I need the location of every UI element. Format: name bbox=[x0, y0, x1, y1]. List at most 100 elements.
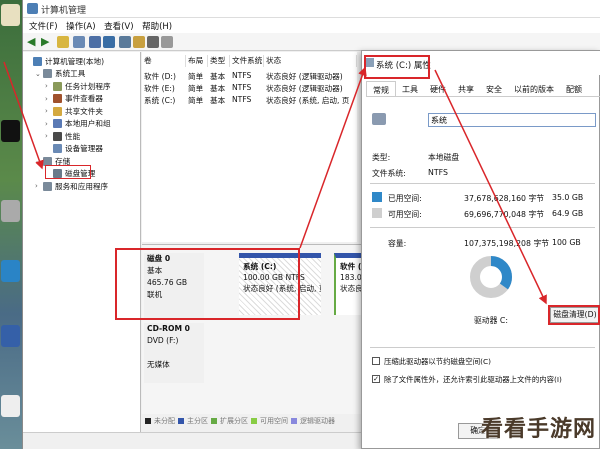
used-space-label: 已用空间: bbox=[388, 194, 422, 203]
expand-arrow-icon[interactable]: › bbox=[45, 82, 53, 90]
menu-action[interactable]: 操作(A) bbox=[66, 20, 95, 32]
cdrom-0-label[interactable]: CD-ROM 0 DVD (F:) 无媒体 bbox=[144, 323, 204, 383]
legend-label: 扩展分区 bbox=[220, 417, 248, 425]
free-space-label: 可用空间: bbox=[388, 210, 422, 219]
dialog-tabs: 常规 工具 硬件 共享 安全 以前的版本 配额 bbox=[366, 81, 600, 97]
tree-item[interactable]: › 性能 bbox=[45, 130, 80, 142]
tree-item-label: 计算机管理(本地) bbox=[45, 56, 105, 66]
window-title: 计算机管理 bbox=[41, 6, 87, 16]
tree-item-label: 性能 bbox=[65, 131, 81, 141]
tree-item[interactable]: 设备管理器 bbox=[45, 143, 103, 155]
tree-item[interactable]: 计算机管理(本地) bbox=[25, 55, 104, 67]
tree-item[interactable]: › 服务和应用程序 bbox=[35, 180, 108, 192]
tree-node-icon bbox=[53, 81, 62, 91]
tree-node-icon bbox=[53, 106, 62, 116]
index-checkbox[interactable]: ✓ bbox=[372, 375, 380, 383]
tree-node-icon bbox=[53, 94, 62, 103]
column-header-layout[interactable]: 布局 bbox=[186, 55, 208, 67]
expand-arrow-icon[interactable]: ⌄ bbox=[35, 157, 43, 165]
menu-file[interactable]: 文件(F) bbox=[29, 20, 58, 32]
toolbar-icon[interactable] bbox=[161, 36, 173, 48]
toolbar: ◀ ▶ bbox=[23, 33, 600, 51]
console-tree-icon[interactable] bbox=[73, 36, 85, 48]
expand-arrow-icon[interactable]: › bbox=[45, 95, 53, 103]
tab-item[interactable]: 以前的版本 bbox=[508, 81, 560, 96]
column-header-filesystem[interactable]: 文件系统 bbox=[230, 55, 264, 67]
expand-arrow-icon[interactable]: ⌄ bbox=[35, 70, 43, 78]
legend-swatch bbox=[291, 418, 297, 424]
forward-arrow-icon[interactable]: ▶ bbox=[41, 36, 53, 48]
tab-item[interactable]: 工具 bbox=[396, 81, 424, 96]
menu-help[interactable]: 帮助(H) bbox=[142, 20, 172, 32]
tree-item-label: 本地用户和组 bbox=[65, 119, 111, 128]
tab-item[interactable]: 常规 bbox=[366, 81, 396, 96]
tree-node-icon bbox=[43, 181, 52, 191]
tree-node-icon bbox=[43, 69, 52, 78]
table-cell: 状态良好 (系统, 启动, 页 bbox=[266, 96, 350, 105]
disk-info bbox=[147, 347, 204, 359]
tree-item[interactable]: › 事件查看器 bbox=[45, 93, 103, 105]
divider bbox=[370, 347, 595, 348]
free-space-gb: 64.9 GB bbox=[552, 209, 584, 218]
free-space-bytes: 69,696,770,048 字节 bbox=[464, 210, 545, 219]
table-cell: 简单 bbox=[188, 96, 204, 105]
desktop-icon[interactable] bbox=[1, 325, 20, 347]
table-row[interactable]: 软件 (D:) 简单 基本 NTFS 状态良好 (逻辑驱动器) bbox=[142, 70, 357, 82]
hard-disk-icon bbox=[372, 113, 386, 125]
tree-item[interactable]: › 本地用户和组 bbox=[45, 118, 111, 130]
toolbar-icon[interactable] bbox=[119, 36, 131, 48]
expand-arrow-icon[interactable]: › bbox=[45, 120, 53, 128]
legend-swatch bbox=[251, 418, 257, 424]
menu-view[interactable]: 查看(V) bbox=[104, 20, 133, 32]
tree-item[interactable]: › 任务计划程序 bbox=[45, 80, 111, 92]
toolbar-icon[interactable] bbox=[147, 36, 159, 48]
expand-arrow-icon[interactable]: › bbox=[45, 107, 53, 115]
title-bar: 计算机管理 bbox=[23, 0, 600, 18]
properties-icon[interactable] bbox=[89, 36, 101, 48]
back-arrow-icon[interactable]: ◀ bbox=[27, 36, 39, 48]
tree-item[interactable]: › 共享文件夹 bbox=[45, 105, 103, 117]
column-header-status[interactable]: 状态 bbox=[264, 55, 357, 67]
desktop-icon[interactable] bbox=[1, 260, 20, 282]
tab-item[interactable]: 配额 bbox=[560, 81, 588, 96]
legend-label: 可用空间 bbox=[260, 417, 288, 425]
drive-properties-dialog: 系统 (C:) 属性 常规工具硬件共享安全以前的版本配额 类型: 本地磁盘 文件… bbox=[361, 50, 600, 449]
tab-item[interactable]: 共享 bbox=[452, 81, 480, 96]
table-cell: NTFS bbox=[232, 95, 252, 104]
used-space-swatch bbox=[372, 192, 382, 202]
table-cell: 基本 bbox=[210, 96, 226, 105]
column-header-volume[interactable]: 卷 bbox=[142, 55, 186, 67]
menu-bar: 文件(F) 操作(A) 查看(V) 帮助(H) bbox=[23, 18, 600, 33]
tab-item[interactable]: 安全 bbox=[480, 81, 508, 96]
table-row[interactable]: 系统 (C:) 简单 基本 NTFS 状态良好 (系统, 启动, 页 bbox=[142, 94, 357, 106]
drive-label: 驱动器 C: bbox=[474, 316, 508, 325]
tree-item-label: 系统工具 bbox=[55, 69, 86, 78]
expand-arrow-icon[interactable]: › bbox=[35, 182, 43, 190]
legend-swatch bbox=[211, 418, 217, 424]
expand-arrow-icon[interactable]: › bbox=[45, 132, 53, 140]
qq-icon[interactable] bbox=[1, 120, 20, 142]
tree-item[interactable]: ⌄ 系统工具 bbox=[35, 68, 85, 80]
desktop-icon[interactable] bbox=[1, 395, 20, 417]
divider bbox=[370, 183, 595, 184]
folder-up-icon[interactable] bbox=[57, 36, 69, 48]
compress-label: 压缩此驱动器以节约磁盘空间(C) bbox=[384, 357, 492, 366]
tree-node-icon bbox=[53, 144, 62, 153]
capacity-bytes: 107,375,198,208 字节 bbox=[464, 239, 550, 248]
table-row[interactable]: 软件 (E:) 简单 基本 NTFS 状态良好 (逻辑驱动器) bbox=[142, 82, 357, 94]
table-cell: NTFS bbox=[232, 71, 252, 80]
tab-item[interactable]: 硬件 bbox=[424, 81, 452, 96]
used-space-bytes: 37,678,628,160 字节 bbox=[464, 194, 545, 203]
compress-checkbox[interactable] bbox=[372, 357, 380, 365]
help-icon[interactable] bbox=[103, 36, 115, 48]
table-cell: 基本 bbox=[210, 84, 226, 93]
tree-item-label: 事件查看器 bbox=[65, 94, 103, 103]
disk-info: 无媒体 bbox=[147, 360, 170, 369]
column-header-type[interactable]: 类型 bbox=[208, 55, 230, 67]
table-cell: 系统 (C:) bbox=[144, 96, 176, 105]
toolbar-icon[interactable] bbox=[133, 36, 145, 48]
desktop-icon[interactable] bbox=[1, 4, 20, 26]
highlight-box bbox=[548, 305, 600, 325]
volume-name-input[interactable] bbox=[428, 113, 596, 127]
desktop-icon[interactable] bbox=[1, 200, 20, 222]
